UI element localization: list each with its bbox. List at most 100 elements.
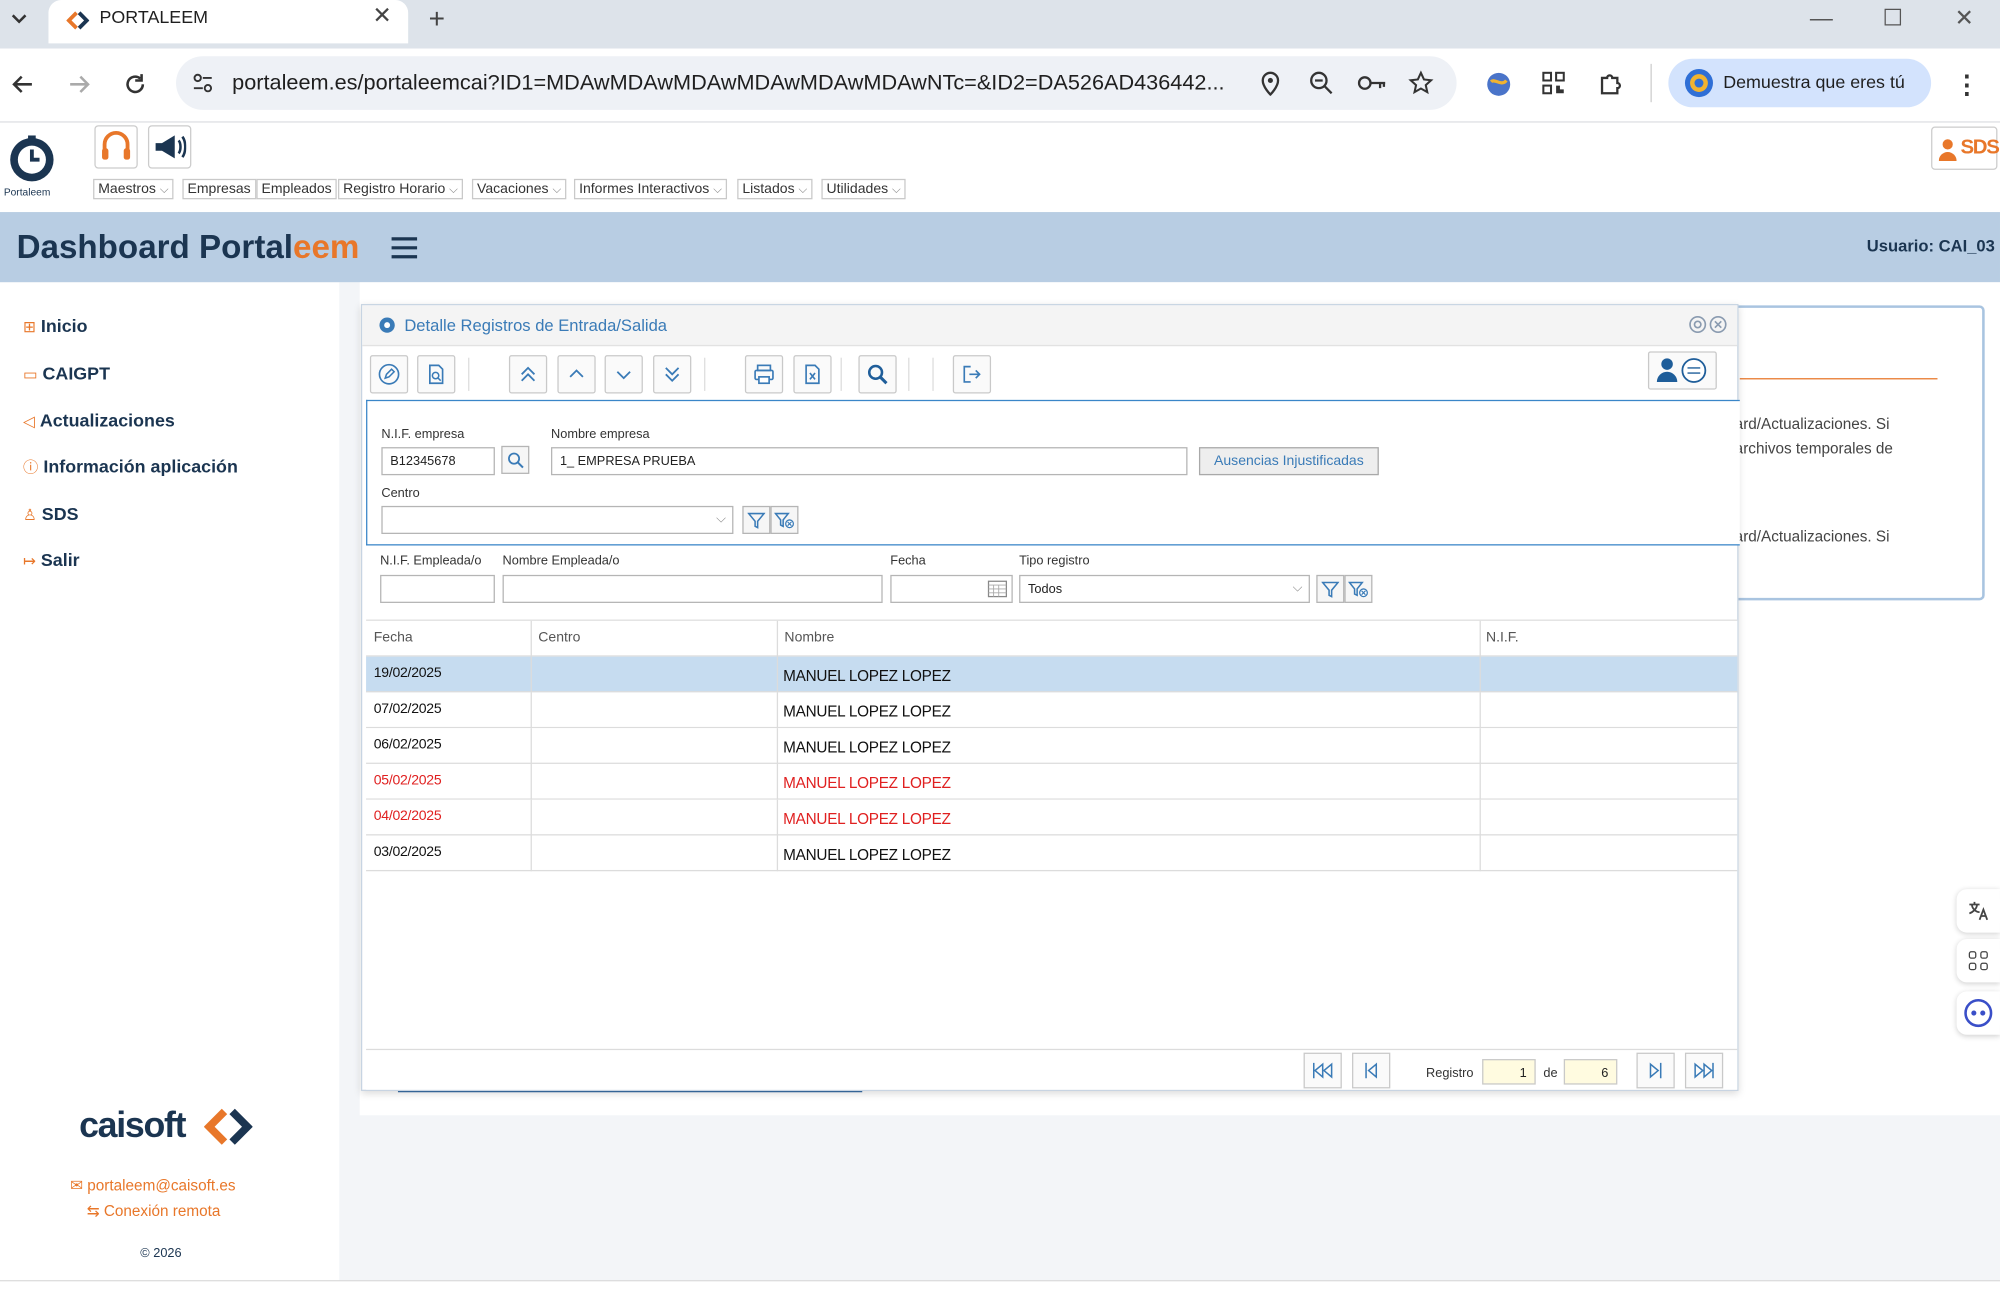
portaleem-clock-logo-icon[interactable] bbox=[8, 135, 56, 184]
last-record-button[interactable] bbox=[653, 355, 692, 394]
sidebar-item-label: SDS bbox=[41, 503, 79, 524]
col-fecha[interactable]: Fecha bbox=[374, 630, 413, 645]
menu-utilidades[interactable]: Utilidades ⌵ bbox=[821, 178, 906, 200]
browser-menu-icon[interactable]: ⋮ bbox=[1954, 69, 1980, 101]
clear-filter-button[interactable] bbox=[770, 505, 799, 534]
tipo-registro-select[interactable]: Todos ⌵ bbox=[1019, 574, 1310, 603]
menu-maestros[interactable]: Maestros ⌵ bbox=[93, 178, 174, 200]
menu-empresas[interactable]: Empresas bbox=[182, 178, 256, 200]
sidebar-item-sds[interactable]: ♙ SDS bbox=[23, 503, 79, 523]
sidebar-item-label: CAIGPT bbox=[42, 362, 110, 384]
previous-record-button[interactable] bbox=[557, 355, 596, 394]
col-nombre[interactable]: Nombre bbox=[784, 630, 834, 645]
close-tab-icon[interactable]: ✕ bbox=[372, 3, 391, 30]
exit-icon bbox=[963, 365, 981, 383]
password-key-icon[interactable] bbox=[1357, 73, 1388, 93]
tab-portaleem[interactable]: PORTALEEM ✕ bbox=[48, 0, 409, 44]
cell-nombre: MANUEL LOPEZ LOPEZ bbox=[783, 809, 951, 828]
panel-text-line: ard/Actualizaciones. Si bbox=[1734, 527, 1890, 546]
table-row[interactable]: 03/02/2025 MANUEL LOPEZ LOPEZ bbox=[366, 835, 1738, 872]
sds-badge-button[interactable]: SDS bbox=[1931, 126, 2000, 170]
location-icon[interactable] bbox=[1260, 70, 1280, 96]
fecha-input[interactable] bbox=[890, 574, 1013, 603]
col-nif[interactable]: N.I.F. bbox=[1486, 630, 1519, 645]
pager-current-input[interactable]: 1 bbox=[1482, 1059, 1536, 1085]
forward-icon[interactable] bbox=[66, 72, 92, 98]
filter-button[interactable] bbox=[742, 505, 771, 534]
export-excel-button[interactable] bbox=[793, 355, 832, 394]
menu-vacaciones[interactable]: Vacaciones ⌵ bbox=[471, 178, 567, 200]
col-centro[interactable]: Centro bbox=[538, 630, 580, 645]
modal-settings-icon[interactable] bbox=[1689, 315, 1707, 334]
url-text: portaleem.es/portaleemcai?ID1=MDAwMDAwMD… bbox=[232, 70, 1225, 95]
support-email-link[interactable]: ✉ portaleem@caisoft.es bbox=[70, 1177, 235, 1195]
mail-icon: ✉ bbox=[70, 1176, 83, 1195]
assistant-bot-icon[interactable] bbox=[1956, 991, 2000, 1035]
nif-empresa-input[interactable]: B12345678 bbox=[381, 447, 495, 476]
bookmark-star-icon[interactable] bbox=[1408, 70, 1434, 96]
first-record-button[interactable] bbox=[508, 355, 548, 394]
menu-informes-interactivos[interactable]: Informes Interactivos ⌵ bbox=[573, 178, 728, 200]
copyright: © 2026 bbox=[140, 1246, 182, 1261]
print-button[interactable] bbox=[744, 355, 784, 394]
nombre-empresa-input[interactable]: 1_ EMPRESA PRUEBA bbox=[551, 447, 1188, 476]
remote-connection-link[interactable]: ⇆ Conexión remota bbox=[87, 1202, 221, 1220]
pager-next-button[interactable] bbox=[1636, 1052, 1675, 1089]
modal-close-icon[interactable] bbox=[1709, 315, 1727, 334]
browser-toolbar: portaleem.es/portaleemcai?ID1=MDAwMDAwMD… bbox=[0, 48, 2000, 123]
sidebar-item-inicio[interactable]: ⊞ Inicio bbox=[23, 316, 88, 336]
ausencias-injustificadas-button[interactable]: Ausencias Injustificadas bbox=[1198, 447, 1379, 476]
sidebar-item-salir[interactable]: ↦ Salir bbox=[23, 549, 80, 569]
qr-code-icon[interactable] bbox=[1541, 70, 1567, 96]
maximize-icon[interactable]: ☐ bbox=[1857, 0, 1928, 38]
exit-button[interactable] bbox=[952, 355, 992, 394]
address-bar[interactable]: portaleem.es/portaleemcai?ID1=MDAwMDAwMD… bbox=[176, 56, 1457, 110]
table-row[interactable]: 05/02/2025 MANUEL LOPEZ LOPEZ bbox=[366, 763, 1738, 800]
sidebar-item-actualizaciones[interactable]: ◁ Actualizaciones bbox=[23, 410, 175, 430]
back-icon[interactable] bbox=[10, 72, 36, 98]
minimize-icon[interactable]: — bbox=[1786, 0, 1857, 38]
toolbar-divider bbox=[1650, 63, 1652, 103]
sidebar-item-informacion[interactable]: ⓘ Información aplicación bbox=[23, 456, 238, 478]
edit-button[interactable] bbox=[369, 355, 409, 394]
menu-registro-horario[interactable]: Registro Horario ⌵ bbox=[338, 178, 463, 200]
next-record-button[interactable] bbox=[604, 355, 643, 394]
nombre-empleado-input[interactable] bbox=[502, 574, 883, 603]
preview-button[interactable] bbox=[417, 355, 456, 394]
title-portal: Portal bbox=[199, 227, 294, 266]
search-empresa-button[interactable] bbox=[501, 445, 530, 474]
close-window-icon[interactable]: ✕ bbox=[1929, 0, 2000, 38]
extensions-puzzle-icon[interactable] bbox=[1597, 70, 1625, 98]
calendar-icon[interactable] bbox=[987, 580, 1008, 598]
clear-employee-filter-button[interactable] bbox=[1344, 574, 1373, 603]
pager-last-button[interactable] bbox=[1684, 1052, 1724, 1089]
pager-previous-button[interactable] bbox=[1352, 1052, 1391, 1089]
hamburger-menu-icon[interactable] bbox=[390, 235, 418, 261]
menu-label: Listados bbox=[742, 181, 795, 197]
apply-filter-button[interactable] bbox=[1316, 574, 1345, 603]
table-row[interactable]: 19/02/2025 MANUEL LOPEZ LOPEZ bbox=[366, 656, 1738, 693]
up-chevron-icon bbox=[569, 369, 584, 378]
zoom-icon[interactable] bbox=[1309, 70, 1335, 96]
nif-empleado-input[interactable] bbox=[380, 574, 495, 603]
centro-select[interactable]: ⌵ bbox=[381, 505, 734, 534]
tab-list-chevron-icon[interactable] bbox=[8, 8, 31, 31]
menu-empleados[interactable]: Empleados bbox=[256, 178, 337, 200]
reload-icon[interactable] bbox=[122, 72, 148, 98]
table-row[interactable]: 04/02/2025 MANUEL LOPEZ LOPEZ bbox=[366, 799, 1738, 836]
menu-listados[interactable]: Listados ⌵ bbox=[737, 178, 813, 200]
support-headset-icon[interactable] bbox=[94, 125, 138, 169]
sidebar-item-caigpt[interactable]: ▭ CAIGPT bbox=[23, 363, 110, 383]
profile-button[interactable]: Demuestra que eres tú bbox=[1668, 58, 1932, 108]
pager-first-button[interactable] bbox=[1303, 1052, 1342, 1089]
search-button[interactable] bbox=[858, 355, 897, 394]
site-info-icon[interactable] bbox=[191, 72, 214, 95]
table-row[interactable]: 06/02/2025 MANUEL LOPEZ LOPEZ bbox=[366, 728, 1738, 764]
new-tab-icon[interactable]: + bbox=[429, 3, 445, 36]
announcements-megaphone-icon[interactable] bbox=[147, 125, 192, 169]
apps-icon[interactable] bbox=[1956, 938, 2000, 983]
table-row[interactable]: 07/02/2025 MANUEL LOPEZ LOPEZ bbox=[366, 692, 1738, 729]
translate-icon[interactable] bbox=[1956, 889, 2000, 933]
sds-user-button[interactable] bbox=[1647, 351, 1717, 390]
extension-globe-icon[interactable] bbox=[1485, 70, 1513, 98]
